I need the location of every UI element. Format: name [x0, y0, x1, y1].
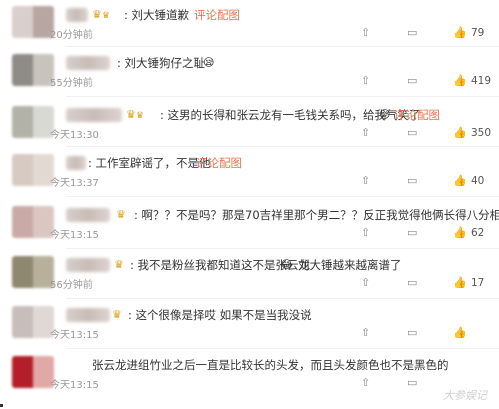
comment-image-link[interactable]: 评论配图 [194, 7, 240, 23]
comment-item: ♛ : 我不是粉丝我都知道这不是张云龙 😂 刘大锤越来越离谱了 56分钟前 ⇧ … [0, 256, 499, 292]
comment-icon[interactable]: ▭ [407, 276, 417, 290]
comment-icon[interactable]: ▭ [407, 376, 417, 390]
laughing-emoji-icon: 😂 [280, 258, 293, 271]
avatar[interactable] [12, 6, 54, 38]
share-icon[interactable]: ⇧ [361, 376, 370, 390]
comment-text: : 工作室辟谣了，不是他 [88, 156, 211, 170]
share-icon[interactable]: ⇧ [361, 174, 370, 188]
wink-tongue-emoji-icon: 😜 [379, 108, 391, 121]
thumb-up-icon[interactable]: 👍 [453, 226, 467, 240]
comment-item: 张云龙进组竹业之后一直是比较长的头发，而且头发颜色也不是黑色的 今天13:15 … [0, 356, 499, 396]
comment-image-link[interactable]: 评论配图 [394, 107, 440, 123]
comment-image-link[interactable]: 评论配图 [196, 155, 242, 171]
username-blurred[interactable] [66, 208, 110, 222]
comment-actions: ⇧ ▭ 👍 62 [349, 226, 499, 240]
comment-icon[interactable]: ▭ [407, 126, 417, 140]
username-blurred[interactable] [66, 8, 88, 22]
comment-time: 今天13:15 [50, 230, 99, 241]
comment-actions: ⇧ ▭ 👍 40 [349, 174, 499, 188]
crown-icon: ♛ [114, 258, 124, 271]
comment-item: ♛ : 啊？？不是吗？那是70吉祥里那个男二？？反正我觉得他俩长得八分相像 今天… [0, 206, 499, 242]
divider [66, 96, 499, 97]
username-blurred[interactable] [66, 56, 110, 70]
username-blurred[interactable] [66, 156, 86, 170]
like-count: 62 [471, 227, 485, 239]
share-icon[interactable]: ⇧ [361, 276, 370, 290]
watermark: 大参娱记 [443, 389, 487, 402]
thumb-up-icon[interactable]: 👍 [453, 276, 467, 290]
username-blurred[interactable] [66, 258, 110, 272]
comment-text: : 刘大锤道歉 [124, 8, 190, 22]
divider [66, 248, 499, 249]
divider [66, 348, 499, 349]
comment-text-continued: 刘大锤越来越离谱了 [298, 258, 402, 272]
share-icon[interactable]: ⇧ [361, 326, 370, 340]
avatar[interactable] [12, 154, 54, 186]
dot [0, 404, 3, 407]
avatar[interactable] [12, 106, 54, 138]
comment-icon[interactable]: ▭ [407, 326, 417, 340]
divider [66, 146, 499, 147]
thumb-up-icon[interactable]: 👍 [453, 326, 467, 340]
like-count: 350 [471, 127, 492, 139]
comment-actions: ⇧ ▭ 👍 17 [349, 276, 499, 290]
avatar[interactable] [12, 356, 54, 388]
avatar[interactable] [12, 306, 54, 338]
username-blurred[interactable] [66, 308, 110, 322]
comment-text: 张云龙进组竹业之后一直是比较长的头发，而且头发颜色也不是黑色的 [92, 358, 449, 372]
like-count: 17 [471, 277, 485, 289]
sleepy-emoji-icon: 😪 [203, 56, 215, 69]
divider [66, 196, 499, 197]
comment-item: : 刘大锤狗仔之耻 😪 55分钟前 ⇧ ▭ 👍 419 [0, 54, 499, 90]
comment-time: 今天13:15 [50, 380, 99, 391]
comment-icon[interactable]: ▭ [407, 74, 417, 88]
comment-time: 20分钟前 [50, 30, 93, 41]
avatar[interactable] [12, 54, 54, 86]
avatar[interactable] [12, 206, 54, 238]
comment-text: : 这个很像是择哎 如果不是当我没说 [128, 308, 312, 322]
share-icon[interactable]: ⇧ [361, 126, 370, 140]
comment-text: : 啊？？不是吗？那是70吉祥里那个男二？？反正我觉得他俩长得八分相像 [134, 208, 499, 222]
share-icon[interactable]: ⇧ [361, 226, 370, 240]
comment-icon[interactable]: ▭ [407, 26, 417, 40]
crown-icon: ♛ [112, 308, 122, 321]
divider [66, 298, 499, 299]
like-count: 40 [471, 175, 485, 187]
comment-icon[interactable]: ▭ [407, 174, 417, 188]
comment-time: 今天13:30 [50, 130, 99, 141]
share-icon[interactable]: ⇧ [361, 74, 370, 88]
comment-time: 55分钟前 [50, 78, 93, 89]
thumb-up-icon[interactable]: 👍 [453, 174, 467, 188]
crown-icon: ♛♛ [126, 108, 144, 121]
crown-icon: ♛ [116, 208, 126, 221]
comment-item: ♛♛ : 这男的长得和张云龙有一毛钱关系吗，给我气笑了 😜 评论配图 今天13:… [0, 106, 499, 142]
thumb-up-icon[interactable]: 👍 [453, 126, 467, 140]
comment-time: 今天13:15 [50, 330, 99, 341]
thumb-up-icon[interactable]: 👍 [453, 26, 467, 40]
comment-item: ♛♛ : 刘大锤道歉 评论配图 20分钟前 ⇧ ▭ 👍 79 [0, 6, 499, 42]
comment-time: 今天13:37 [50, 178, 99, 189]
comment-item: : 工作室辟谣了，不是他 评论配图 今天13:37 ⇧ ▭ 👍 40 [0, 154, 499, 190]
share-icon[interactable]: ⇧ [361, 26, 370, 40]
comment-actions: ⇧ ▭ 👍 350 [349, 126, 499, 140]
thumb-up-icon[interactable]: 👍 [453, 74, 467, 88]
comment-text: : 刘大锤狗仔之耻 [117, 56, 206, 70]
comment-actions: ⇧ ▭ 👍 79 [349, 26, 499, 40]
comment-actions: ⇧ ▭ 👍 [349, 326, 499, 340]
comment-actions: ⇧ ▭ 👍 419 [349, 74, 499, 88]
username-blurred[interactable] [66, 108, 122, 122]
comment-item: ♛ : 这个很像是择哎 如果不是当我没说 今天13:15 ⇧ ▭ 👍 [0, 306, 499, 342]
avatar[interactable] [12, 256, 54, 288]
crown-icon: ♛♛ [92, 8, 110, 21]
comment-icon[interactable]: ▭ [407, 226, 417, 240]
like-count: 79 [471, 27, 485, 39]
divider [66, 46, 499, 47]
like-count: 419 [471, 75, 492, 87]
comment-time: 56分钟前 [50, 280, 93, 291]
